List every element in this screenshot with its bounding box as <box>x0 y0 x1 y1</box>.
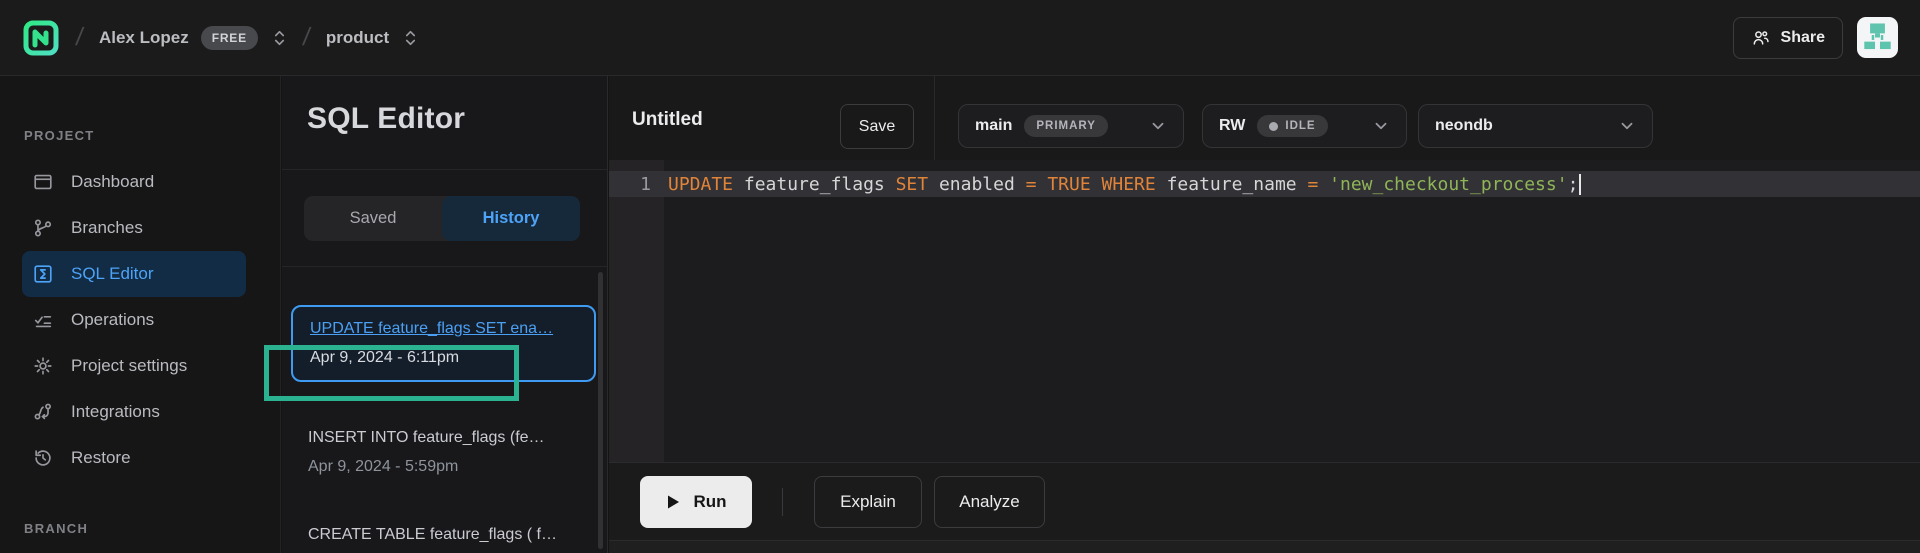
sidebar-item-integrations[interactable]: Integrations <box>22 389 246 435</box>
chevron-down-icon <box>1618 117 1636 135</box>
integrations-icon <box>32 401 54 423</box>
sql-editor-icon <box>32 263 54 285</box>
top-bar: / Alex Lopez FREE / product Share <box>0 0 1920 76</box>
sidebar-item-restore[interactable]: Restore <box>22 435 246 481</box>
tab-history[interactable]: History <box>442 196 580 241</box>
explain-button[interactable]: Explain <box>814 476 922 528</box>
sidebar-item-label: Operations <box>71 310 154 330</box>
sidebar-item-dashboard[interactable]: Dashboard <box>22 159 246 205</box>
sidebar-item-branches[interactable]: Branches <box>22 205 246 251</box>
branches-icon <box>32 217 54 239</box>
results-panel-edge <box>609 540 1920 553</box>
run-button[interactable]: Run <box>640 476 752 528</box>
operations-icon <box>32 309 54 331</box>
code-token: feature_name <box>1156 174 1308 195</box>
code-token: ; <box>1568 174 1579 195</box>
sidebar-section-project: PROJECT <box>24 128 280 143</box>
neon-logo-icon[interactable] <box>22 19 60 57</box>
idle-status-badge: IDLE <box>1257 115 1327 137</box>
code-token: 'new_checkout_process' <box>1329 174 1567 195</box>
code-token: = <box>1026 174 1037 195</box>
code-token: = <box>1307 174 1318 195</box>
database-name: neondb <box>1435 117 1493 135</box>
text-cursor <box>1579 174 1581 195</box>
history-query: INSERT INTO feature_flags (fe… <box>308 428 579 448</box>
divider <box>934 76 935 160</box>
query-title[interactable]: Untitled <box>632 109 703 131</box>
play-icon <box>665 494 681 510</box>
history-date: Apr 9, 2024 - 5:59pm <box>308 457 579 477</box>
code-token <box>1318 174 1329 195</box>
status-text: IDLE <box>1285 120 1315 132</box>
breadcrumb-org[interactable]: Alex Lopez <box>99 28 189 48</box>
status-dot-icon <box>1269 122 1278 131</box>
project-selector-chevron-icon[interactable] <box>403 28 418 48</box>
sidebar: PROJECT Dashboard Branches SQL Editor <box>0 76 281 553</box>
history-item[interactable]: CREATE TABLE feature_flags ( f… Apr 9, 2… <box>291 513 596 553</box>
line-number: 1 <box>609 174 651 195</box>
editor-header: Untitled Save main PRIMARY RW IDLE neond… <box>609 76 1920 160</box>
restore-clock-icon <box>32 447 54 469</box>
org-selector-chevron-icon[interactable] <box>272 28 287 48</box>
sidebar-item-project-settings[interactable]: Project settings <box>22 343 246 389</box>
code-token <box>1091 174 1102 195</box>
history-scrollbar[interactable] <box>598 272 603 549</box>
branch-name: main <box>975 117 1012 135</box>
breadcrumb-project[interactable]: product <box>326 28 389 48</box>
history-date: Apr 9, 2024 - 6:11pm <box>310 348 577 368</box>
tab-saved[interactable]: Saved <box>304 196 442 241</box>
code-token: WHERE <box>1102 174 1156 195</box>
query-editor: Untitled Save main PRIMARY RW IDLE neond… <box>609 76 1920 553</box>
sidebar-item-sql-editor[interactable]: SQL Editor <box>22 251 246 297</box>
panel-title: SQL Editor <box>282 76 607 136</box>
users-icon <box>1751 28 1771 48</box>
code-token: TRUE <box>1047 174 1090 195</box>
code-token: UPDATE <box>668 174 733 195</box>
history-item[interactable]: INSERT INTO feature_flags (fe… Apr 9, 20… <box>291 416 596 489</box>
branch-select[interactable]: main PRIMARY <box>958 104 1184 148</box>
sidebar-item-label: Dashboard <box>71 172 154 192</box>
analyze-button[interactable]: Analyze <box>934 476 1045 528</box>
saved-history-tabs: Saved History <box>304 196 580 241</box>
share-button[interactable]: Share <box>1733 17 1843 59</box>
compute-select[interactable]: RW IDLE <box>1202 104 1407 148</box>
code-line: UPDATE feature_flags SET enabled = TRUE … <box>668 174 1581 195</box>
primary-badge: PRIMARY <box>1024 115 1108 137</box>
database-select[interactable]: neondb <box>1418 104 1653 148</box>
history-query: UPDATE feature_flags SET ena… <box>310 319 577 339</box>
user-avatar[interactable] <box>1857 17 1898 58</box>
sidebar-item-label: Restore <box>71 448 131 468</box>
sql-editor-panel: SQL Editor Saved History UPDATE feature_… <box>282 76 608 553</box>
line-number-gutter <box>609 160 664 462</box>
code-token: feature_flags <box>733 174 896 195</box>
divider <box>782 488 783 516</box>
breadcrumb-divider: / <box>301 23 312 52</box>
sidebar-item-operations[interactable]: Operations <box>22 297 246 343</box>
sidebar-section-branch: BRANCH <box>24 521 280 536</box>
sidebar-item-label: Branches <box>71 218 143 238</box>
save-button[interactable]: Save <box>840 104 914 149</box>
share-button-label: Share <box>1781 29 1825 47</box>
chevron-down-icon <box>1372 117 1390 135</box>
editor-action-bar: Run Explain Analyze <box>609 462 1920 540</box>
history-query: CREATE TABLE feature_flags ( f… <box>308 525 579 545</box>
code-editor[interactable]: 1 UPDATE feature_flags SET enabled = TRU… <box>609 160 1920 462</box>
dashboard-icon <box>32 171 54 193</box>
sidebar-item-label: SQL Editor <box>71 264 154 284</box>
code-token: SET <box>896 174 929 195</box>
sidebar-item-label: Integrations <box>71 402 160 422</box>
compute-name: RW <box>1219 117 1245 135</box>
breadcrumb-divider: / <box>74 23 85 52</box>
chevron-down-icon <box>1149 117 1167 135</box>
history-item[interactable]: UPDATE feature_flags SET ena… Apr 9, 202… <box>291 305 596 382</box>
divider <box>282 266 607 267</box>
run-button-label: Run <box>693 492 726 512</box>
code-token <box>1037 174 1048 195</box>
code-token: enabled <box>928 174 1026 195</box>
divider <box>282 169 607 170</box>
settings-gear-icon <box>32 355 54 377</box>
plan-badge: FREE <box>201 26 258 50</box>
sidebar-item-label: Project settings <box>71 356 187 376</box>
